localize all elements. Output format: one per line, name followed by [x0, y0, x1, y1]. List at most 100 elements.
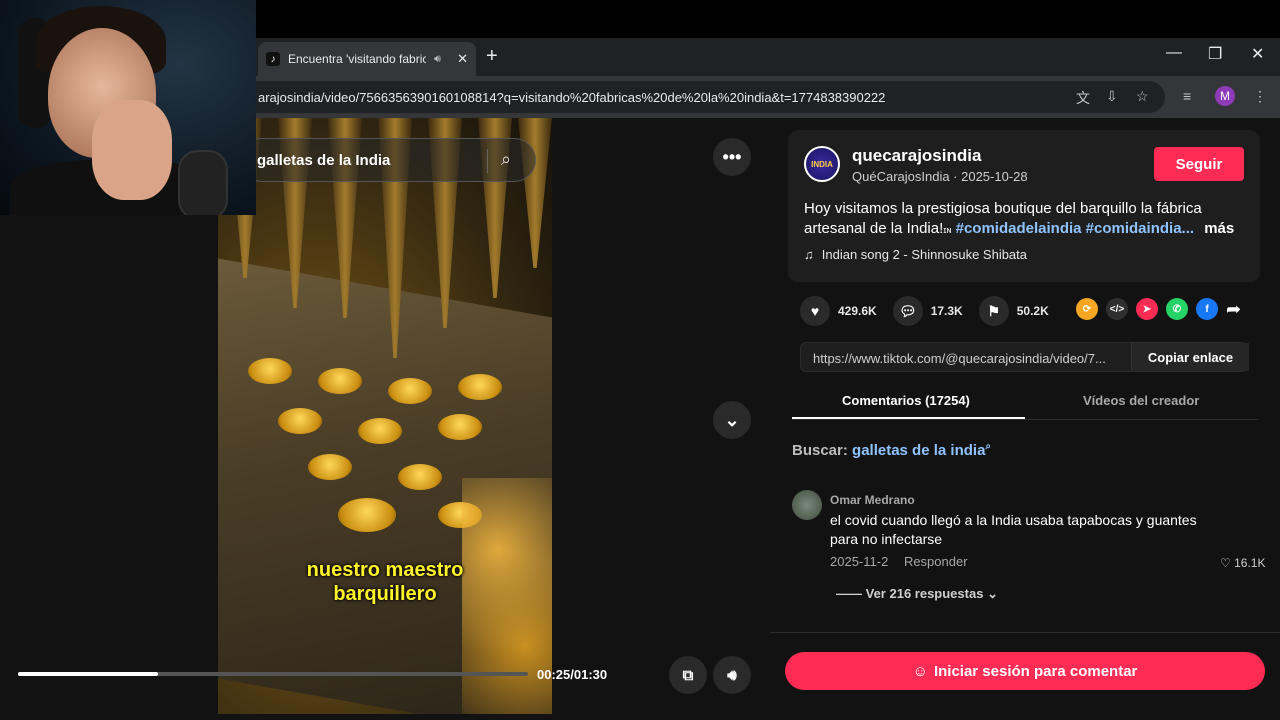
follow-button[interactable]: Seguir — [1154, 147, 1244, 181]
send-to-friends-icon[interactable]: ➤ — [1136, 298, 1158, 320]
search-suggestion-query[interactable]: galletas de la india — [852, 442, 985, 459]
comment-bubble-icon: 💬︎ — [892, 296, 923, 326]
caption-line-2: barquillero — [333, 583, 437, 605]
more-options-button[interactable]: ••• — [713, 138, 751, 176]
comment-author[interactable]: Omar Medrano — [830, 493, 915, 507]
caption-line-1: nuestro maestro — [306, 559, 464, 581]
chevron-down-icon: ⌄ — [724, 409, 740, 430]
webcam-microphone — [178, 150, 228, 215]
comment-text: el covid cuando llegó a la India usaba t… — [830, 512, 1197, 547]
video-progress-bar[interactable] — [18, 672, 528, 676]
url-text[interactable]: arajosindia/video/7566356390160108814?q=… — [258, 90, 885, 105]
like-stat[interactable]: ♥ 429.6K — [800, 296, 877, 326]
whatsapp-icon[interactable]: ✆ — [1166, 298, 1188, 320]
speaker-icon[interactable]: 🔊︎ — [434, 53, 441, 66]
chat-icon: ☺ — [912, 662, 928, 680]
bookmark-star-icon[interactable]: ☆ — [1136, 88, 1149, 105]
music-title: Indian song 2 - Shinnosuke Shibata — [821, 247, 1028, 262]
minimize-icon[interactable]: — — [1166, 44, 1182, 62]
tab-creator-videos[interactable]: Vídeos del creador — [1083, 393, 1199, 408]
video-caption: nuestro maestro barquillero — [218, 558, 552, 606]
screen: ♪ Encuentra 'visitando fabrica 🔊︎ ✕ + — … — [0, 0, 1280, 720]
volume-button[interactable]: 🔊︎ — [713, 656, 751, 694]
embed-icon[interactable]: </> — [1106, 298, 1128, 320]
more-link[interactable]: más — [1204, 220, 1234, 237]
translate-icon[interactable]: 文 — [1076, 88, 1090, 108]
tab-comments[interactable]: Comentarios (17254) — [842, 393, 970, 408]
comment-stat[interactable]: 💬︎ 17.3K — [892, 296, 963, 326]
creator-avatar[interactable]: INDIA — [804, 146, 840, 182]
like-count: 429.6K — [838, 304, 877, 318]
video-search-text[interactable]: galletas de la India — [257, 152, 390, 169]
panel-divider — [770, 632, 1280, 633]
comment-count: 17.3K — [930, 304, 963, 318]
speaker-icon: 🔊︎ — [727, 666, 737, 684]
video-frame-cup — [438, 414, 482, 440]
reply-button[interactable]: Responder — [904, 554, 968, 569]
dash-line: —— — [836, 586, 862, 601]
video-timecode: 00:25/01:30 — [537, 667, 608, 682]
comment-like[interactable]: ♡ 16.1K — [1220, 556, 1265, 570]
video-progress-fill — [18, 672, 159, 676]
video-frame-cup — [458, 374, 502, 400]
login-to-comment-button[interactable]: ☺ Iniciar sesión para comentar — [785, 652, 1265, 690]
comment-avatar[interactable] — [792, 490, 822, 520]
video-frame-cup — [358, 418, 402, 444]
browser-menu-icon[interactable]: ⋮ — [1253, 88, 1267, 105]
search-divider — [487, 149, 488, 173]
details-panel: INDIA quecarajosindia QuéCarajosIndia · … — [770, 118, 1280, 720]
creator-username[interactable]: quecarajosindia — [852, 146, 981, 166]
video-frame-cup — [398, 464, 442, 490]
chevron-down-icon: ⌄ — [987, 586, 998, 601]
share-arrow-icon[interactable]: ➦ — [1226, 299, 1241, 320]
profile-avatar[interactable]: M — [1215, 86, 1235, 106]
login-label: Iniciar sesión para comentar — [933, 662, 1138, 680]
copy-link-box: https://www.tiktok.com/@quecarajosindia/… — [800, 342, 1249, 372]
save-count: 50.2K — [1016, 304, 1049, 318]
close-window-icon[interactable]: ✕ — [1251, 44, 1264, 64]
video-frame-cup — [308, 454, 352, 480]
webcam-hand — [92, 100, 172, 200]
video-link[interactable]: https://www.tiktok.com/@quecarajosindia/… — [813, 351, 1106, 366]
facebook-icon[interactable]: f — [1196, 298, 1218, 320]
description-flag: ɪɴ — [943, 225, 952, 235]
pip-icon: ⧉ — [682, 666, 694, 684]
save-stat[interactable]: ⚑ 50.2K — [978, 296, 1049, 326]
video-frame-cup — [278, 408, 322, 434]
video-frame-cup — [338, 498, 396, 532]
copy-link-button[interactable]: Copiar enlace — [1131, 343, 1249, 371]
view-replies-button[interactable]: —— Ver 216 respuestas ⌄ — [836, 586, 998, 602]
video-search-bar[interactable]: galletas de la India ⌕ — [240, 138, 536, 182]
comment-meta: 2025-11-2 Responder — [830, 554, 968, 569]
panel-tabs: Comentarios (17254) Vídeos del creador — [792, 386, 1258, 420]
hashtag-link[interactable]: #comidadelaindia — [956, 220, 1082, 237]
search-suggestion-label: Buscar: — [792, 442, 848, 459]
post-info-card: INDIA quecarajosindia QuéCarajosIndia · … — [788, 130, 1260, 282]
repost-icon[interactable]: ⟳ — [1076, 298, 1098, 320]
video-player[interactable]: nuestro maestro barquillero — [218, 118, 552, 714]
hashtag-link[interactable]: #comidaindia... — [1086, 220, 1194, 237]
heart-outline-icon: ♡ — [1220, 556, 1231, 570]
close-tab-icon[interactable]: ✕ — [457, 51, 468, 67]
share-buttons: ⟳ </> ➤ ✆ f ➦ — [1076, 298, 1241, 320]
restore-icon[interactable]: ❐ — [1208, 44, 1222, 64]
install-app-icon[interactable]: ⇩ — [1106, 88, 1118, 105]
heart-icon: ♥ — [800, 296, 830, 326]
music-note-icon: ♫ — [804, 247, 814, 262]
view-replies-label: Ver 216 respuestas — [865, 586, 984, 601]
webcam-overlay — [0, 0, 256, 215]
new-tab-button[interactable]: + — [486, 46, 498, 66]
creator-nickname-date: QuéCarajosIndia · 2025-10-28 — [852, 169, 1028, 184]
media-control-icon[interactable]: ≡ — [1183, 88, 1191, 104]
music-link[interactable]: ♫ Indian song 2 - Shinnosuke Shibata — [804, 247, 1027, 262]
search-icon[interactable]: ⌕ — [501, 149, 511, 170]
browser-tab[interactable]: ♪ Encuentra 'visitando fabrica 🔊︎ ✕ — [258, 42, 476, 76]
floating-player-button[interactable]: ⧉ — [669, 656, 707, 694]
comment-date: 2025-11-2 — [830, 554, 889, 569]
tiktok-icon: ♪ — [266, 52, 280, 66]
search-suggestion[interactable]: Buscar: galletas de la india⌕ — [792, 441, 991, 459]
comment-like-count: 16.1K — [1234, 556, 1266, 570]
ellipsis-icon: ••• — [722, 146, 742, 167]
next-video-button[interactable]: ⌄ — [713, 401, 751, 439]
tab-title: Encuentra 'visitando fabrica — [288, 52, 426, 66]
